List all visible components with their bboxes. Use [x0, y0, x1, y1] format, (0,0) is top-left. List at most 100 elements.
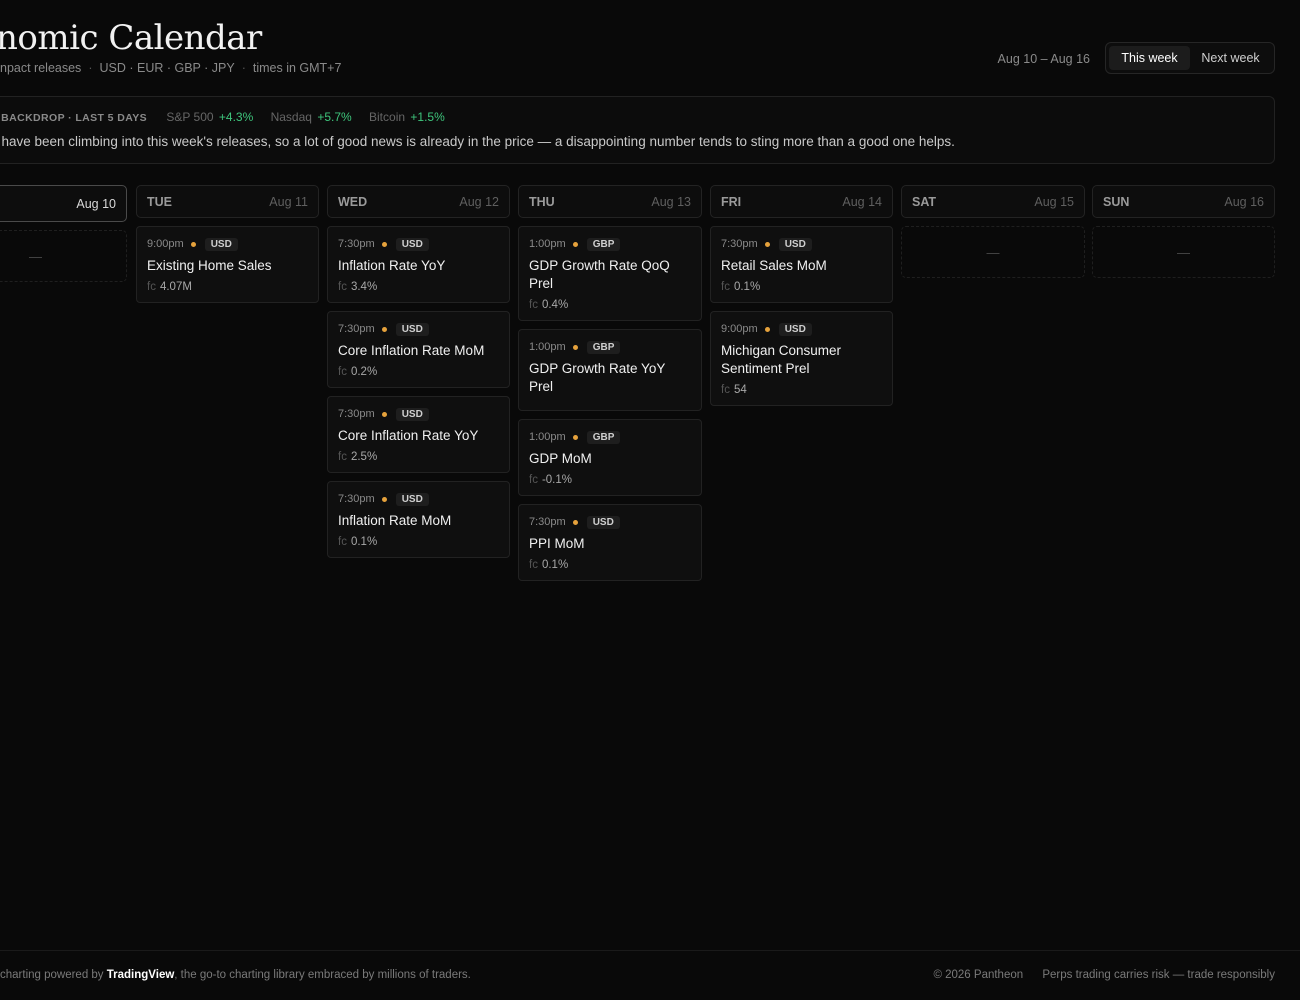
event-meta: 1:00pm GBP	[529, 339, 691, 355]
currency-badge: USD	[395, 322, 429, 336]
event-name: Retail Sales MoM	[721, 258, 827, 273]
event-forecast: fc 4.07M	[147, 281, 308, 293]
currency-badge: USD	[395, 492, 429, 506]
forecast-value: 0.1%	[541, 559, 569, 571]
event-forecast: fc 54	[721, 384, 882, 396]
impact-dot-icon	[572, 434, 578, 440]
date-range: Aug 10 – Aug 16	[997, 52, 1090, 66]
event-forecast: fc 0.4%	[529, 299, 691, 311]
event-name: GDP Growth Rate QoQ Prel	[529, 258, 670, 291]
asset-change: +4.3%	[218, 110, 254, 124]
event-time: 1:00pm	[529, 431, 566, 443]
event-meta: 9:00pm USD	[721, 321, 882, 337]
forecast-value: 0.1%	[350, 536, 378, 548]
event-card[interactable]: 1:00pm GBP GDP Growth Rate QoQ Prel fc 0.4%	[518, 226, 702, 321]
forecast-label: fc	[721, 281, 730, 293]
footer-credit: charting powered by TradingView, the go-…	[0, 969, 471, 981]
footer-right: © 2026 Pantheon Perps trading carries ri…	[933, 969, 1275, 981]
impact-dot-icon	[572, 344, 578, 350]
day-column: SUN Aug 16 —	[1092, 185, 1275, 278]
next-week-button[interactable]: Next week	[1190, 46, 1271, 70]
event-time: 7:30pm	[338, 323, 375, 335]
footer-credit-suffix: , the go-to charting library embraced by…	[174, 969, 471, 981]
event-card[interactable]: 9:00pm USD Existing Home Sales fc 4.07M	[136, 226, 319, 303]
event-name: PPI MoM	[529, 536, 585, 551]
day-header[interactable]: SAT Aug 15	[901, 185, 1085, 218]
event-meta: 7:30pm USD	[529, 514, 691, 530]
asset-name: Nasdaq	[270, 110, 312, 124]
impact-dot-icon	[572, 241, 578, 247]
asset-name: S&P 500	[166, 110, 214, 124]
day-date: Aug 11	[269, 194, 308, 209]
event-card[interactable]: 7:30pm USD PPI MoM fc 0.1%	[518, 504, 702, 581]
event-card[interactable]: 7:30pm USD Inflation Rate MoM fc 0.1%	[327, 481, 510, 558]
page-title: nomic Calendar	[0, 18, 262, 58]
forecast-value: 3.4%	[350, 281, 378, 293]
day-date: Aug 12	[459, 194, 499, 209]
day-header[interactable]: SUN Aug 16	[1092, 185, 1275, 218]
event-meta: 7:30pm USD	[338, 491, 499, 507]
event-forecast: fc 0.2%	[338, 366, 499, 378]
impact-dot-icon	[381, 496, 387, 502]
event-time: 7:30pm	[338, 408, 375, 420]
day-header[interactable]: FRI Aug 14	[710, 185, 893, 218]
event-card[interactable]: 7:30pm USD Core Inflation Rate MoM fc 0.2%	[327, 311, 510, 388]
event-forecast: fc 0.1%	[529, 559, 691, 571]
event-name: GDP Growth Rate YoY Prel	[529, 361, 666, 394]
empty-day-slot: —	[0, 230, 127, 282]
day-name: FRI	[721, 194, 742, 209]
week-toggle: This week Next week	[1105, 42, 1275, 74]
day-column: Aug 10 —	[0, 185, 127, 282]
day-date: Aug 16	[1224, 194, 1264, 209]
event-time: 7:30pm	[338, 493, 375, 505]
copyright: © 2026 Pantheon	[933, 969, 1024, 981]
currency-badge: USD	[586, 515, 620, 529]
day-header[interactable]: Aug 10	[0, 185, 127, 222]
day-date: Aug 10	[76, 196, 116, 211]
asset-change: +1.5%	[410, 110, 445, 124]
event-card[interactable]: 7:30pm USD Core Inflation Rate YoY fc 2.5%	[327, 396, 510, 473]
forecast-label: fc	[338, 281, 347, 293]
event-forecast: fc 0.1%	[338, 536, 499, 548]
day-header[interactable]: TUE Aug 11	[136, 185, 319, 218]
impact-dot-icon	[764, 241, 770, 247]
event-card[interactable]: 1:00pm GBP GDP Growth Rate YoY Prel	[518, 329, 702, 411]
market-backdrop-panel: T BACKDROP · LAST 5 DAYS S&P 500 +4.3% N…	[0, 96, 1275, 164]
day-header[interactable]: WED Aug 12	[327, 185, 510, 218]
event-card[interactable]: 9:00pm USD Michigan Consumer Sentiment Pre…	[710, 311, 893, 406]
event-card[interactable]: 7:30pm USD Inflation Rate YoY fc 3.4%	[327, 226, 510, 303]
impact-dot-icon	[381, 326, 387, 332]
risk-disclaimer: Perps trading carries risk — trade respo…	[1042, 969, 1275, 981]
event-name: Inflation Rate YoY	[338, 258, 446, 273]
tradingview-link[interactable]: TradingView	[107, 969, 175, 981]
forecast-value: 4.07M	[159, 281, 192, 293]
forecast-label: fc	[338, 451, 347, 463]
event-name: Inflation Rate MoM	[338, 513, 452, 528]
currency-badge: GBP	[586, 237, 621, 251]
currency-badge: USD	[395, 237, 429, 251]
event-meta: 1:00pm GBP	[529, 236, 691, 252]
backdrop-label: T BACKDROP · LAST 5 DAYS	[0, 112, 148, 124]
event-name: Core Inflation Rate MoM	[338, 343, 485, 358]
event-card[interactable]: 1:00pm GBP GDP MoM fc -0.1%	[518, 419, 702, 496]
event-meta: 7:30pm USD	[338, 406, 499, 422]
footer-credit-prefix: charting powered by	[0, 969, 104, 981]
event-time: 7:30pm	[338, 238, 375, 250]
event-name: Michigan Consumer Sentiment Prel	[721, 343, 842, 376]
currency-badge: USD	[204, 237, 238, 251]
event-meta: 7:30pm USD	[338, 321, 499, 337]
day-date: Aug 15	[1034, 194, 1074, 209]
event-card[interactable]: 7:30pm USD Retail Sales MoM fc 0.1%	[710, 226, 893, 303]
page-subtitle: npact releases · USD · EUR · GBP · JPY · tim…	[0, 61, 341, 75]
forecast-value: 0.2%	[350, 366, 378, 378]
subtitle-currencies: USD · EUR · GBP · JPY	[99, 61, 235, 75]
currency-badge: GBP	[586, 340, 621, 354]
this-week-button[interactable]: This week	[1109, 46, 1190, 70]
event-time: 7:30pm	[721, 238, 758, 250]
day-header[interactable]: THU Aug 13	[518, 185, 702, 218]
forecast-label: fc	[338, 366, 347, 378]
event-time: 7:30pm	[529, 516, 566, 528]
currency-badge: GBP	[586, 430, 621, 444]
event-time: 9:00pm	[147, 238, 184, 250]
event-forecast: fc -0.1%	[529, 474, 691, 486]
